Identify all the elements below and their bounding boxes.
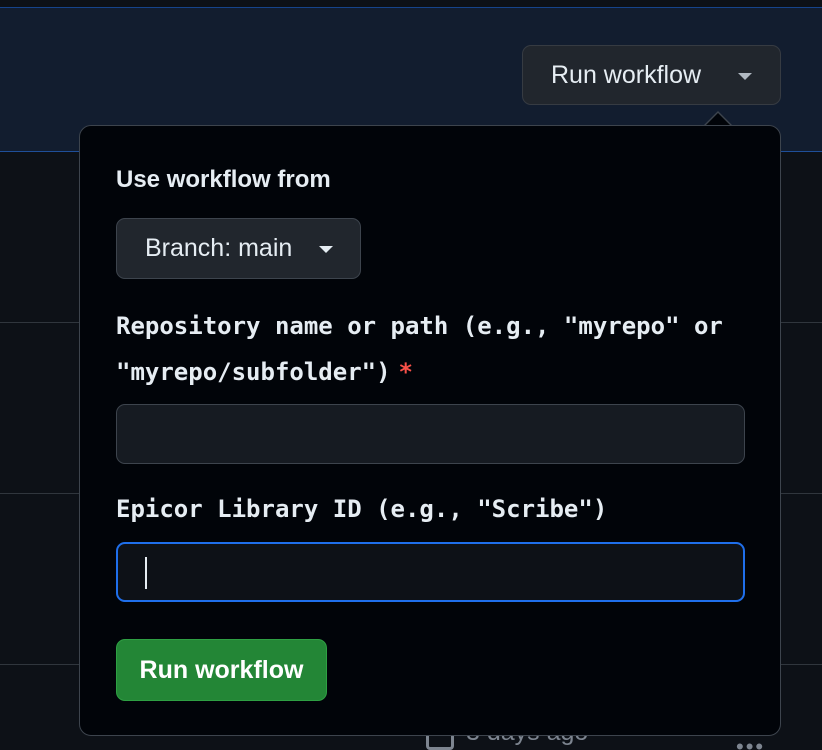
required-asterisk: *: [398, 358, 413, 386]
kebab-horizontal-icon[interactable]: •••: [736, 736, 776, 750]
repository-label-text: Repository name or path (e.g., "myrepo" …: [116, 312, 723, 386]
text-cursor: [145, 557, 147, 589]
repository-name-input[interactable]: [116, 404, 745, 464]
triangle-down-icon: [738, 73, 752, 80]
branch-select-button[interactable]: Branch: main: [116, 218, 361, 279]
run-workflow-label: Run workflow: [551, 60, 702, 89]
repository-field-label: Repository name or path (e.g., "myrepo" …: [116, 303, 756, 395]
epicor-library-id-input[interactable]: [116, 542, 745, 602]
use-workflow-from-heading: Use workflow from: [116, 166, 331, 193]
triangle-down-icon: [319, 246, 333, 253]
library-id-field-label: Epicor Library ID (e.g., "Scribe"): [116, 495, 608, 523]
branch-label: Branch: main: [145, 234, 293, 262]
run-workflow-submit-button[interactable]: Run workflow: [116, 639, 327, 701]
run-workflow-dropdown-button[interactable]: Run workflow: [522, 45, 781, 105]
run-workflow-popover: Use workflow from Branch: main Repositor…: [79, 125, 781, 736]
page: 3 days ago ••• Run workflow Use workflow…: [0, 0, 822, 750]
